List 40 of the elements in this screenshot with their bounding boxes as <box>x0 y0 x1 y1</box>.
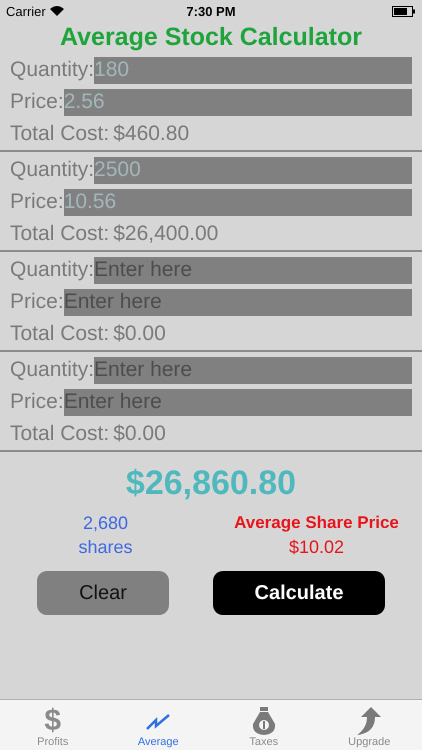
total-cost-label: Total Cost: <box>10 222 110 246</box>
total-cost-value: $0.00 <box>113 322 166 346</box>
dollar-icon: $ <box>44 706 62 736</box>
tab[interactable]: $ Profits <box>0 700 106 750</box>
tab[interactable]: Upgrade <box>316 700 422 750</box>
zigzag-line-icon <box>146 714 170 730</box>
total-cost-label: Total Cost: <box>10 422 110 446</box>
price-field[interactable]: 10.56 <box>64 188 412 216</box>
total-cost-value: $0.00 <box>113 422 166 446</box>
shares-count: 2,680 <box>82 512 128 535</box>
status-time: 7:30 PM <box>186 4 236 18</box>
price-label: Price: <box>10 90 64 114</box>
total-cost-value: $26,400.00 <box>113 222 218 246</box>
price-label: Price: <box>10 190 64 214</box>
battery-icon <box>392 6 416 16</box>
clear-button[interactable]: Clear <box>37 571 169 615</box>
wifi-icon <box>50 6 64 16</box>
total-cost-label: Total Cost: <box>10 322 110 346</box>
price-label: Price: <box>10 390 64 414</box>
quantity-label: Quantity: <box>10 358 94 382</box>
average-price-label: Average Share Price <box>234 512 399 534</box>
total-cost-label: Total Cost: <box>10 122 110 146</box>
quantity-label: Quantity: <box>10 58 94 82</box>
tab[interactable]: Average <box>106 700 211 750</box>
calculate-button[interactable]: Calculate <box>213 571 385 615</box>
quantity-field[interactable]: 180 <box>94 56 412 84</box>
money-bag-icon <box>250 706 277 736</box>
carrier-name: Carrier <box>6 4 46 18</box>
average-price-value: $10.02 <box>288 536 344 559</box>
quantity-label: Quantity: <box>10 158 94 182</box>
shares-unit: shares <box>78 536 133 559</box>
tab[interactable]: Taxes <box>211 700 316 750</box>
grand-total: $26,860.80 <box>124 464 298 503</box>
quantity-label: Quantity: <box>10 258 94 282</box>
total-cost-value: $460.80 <box>113 122 190 146</box>
app-title: Average Stock Calculator <box>59 22 363 52</box>
price-field[interactable]: 2.56 <box>64 88 412 116</box>
price-label: Price: <box>10 290 64 314</box>
quantity-field[interactable]: 2500 <box>94 156 412 184</box>
curved-arrow-icon <box>355 706 384 736</box>
